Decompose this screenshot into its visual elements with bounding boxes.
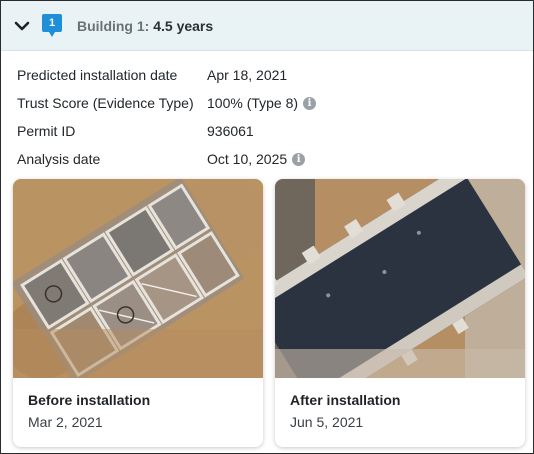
detail-label: Trust Score (Evidence Type) <box>17 95 194 111</box>
after-installation-card[interactable]: After installation Jun 5, 2021 <box>275 179 525 447</box>
building-header[interactable]: 1 Building 1: 4.5 years <box>1 1 533 51</box>
detail-row-permit-id: Permit ID 936061 <box>1 117 533 145</box>
detail-label: Predicted installation date <box>17 67 178 83</box>
detail-label: Analysis date <box>17 151 101 167</box>
building-title: Building 1: 4.5 years <box>77 18 213 34</box>
details-list: Predicted installation date Apr 18, 2021… <box>1 51 533 173</box>
detail-value: Apr 18, 2021 <box>207 67 288 83</box>
detail-row-trust-score: Trust Score (Evidence Type) 100% (Type 8… <box>1 89 533 117</box>
before-installation-image[interactable] <box>13 179 263 378</box>
building-age: 4.5 years <box>153 17 214 34</box>
detail-value: 936061 <box>207 123 254 139</box>
imagery-cards: Before installation Mar 2, 2021 After in… <box>13 179 525 447</box>
before-installation-card[interactable]: Before installation Mar 2, 2021 <box>13 179 263 447</box>
info-icon[interactable]: i <box>292 152 306 166</box>
before-installation-title: Before installation <box>28 392 151 408</box>
info-icon[interactable]: i <box>303 96 317 110</box>
after-installation-title: After installation <box>290 392 401 408</box>
before-installation-date: Mar 2, 2021 <box>28 414 103 430</box>
detail-row-analysis-date: Analysis date Oct 10, 2025 i <box>1 145 533 173</box>
building-panel: 1 Building 1: 4.5 years Predicted instal… <box>0 0 534 454</box>
building-marker-icon: 1 <box>41 13 63 39</box>
chevron-down-icon[interactable] <box>13 17 31 35</box>
after-installation-image[interactable] <box>275 179 525 378</box>
after-installation-date: Jun 5, 2021 <box>290 414 364 430</box>
detail-value: Oct 10, 2025 <box>207 151 288 167</box>
detail-value: 100% (Type 8) <box>207 95 299 111</box>
detail-row-predicted-date: Predicted installation date Apr 18, 2021 <box>1 61 533 89</box>
detail-label: Permit ID <box>17 123 76 139</box>
building-label: Building 1: <box>77 17 150 34</box>
building-number: 1 <box>48 16 56 29</box>
